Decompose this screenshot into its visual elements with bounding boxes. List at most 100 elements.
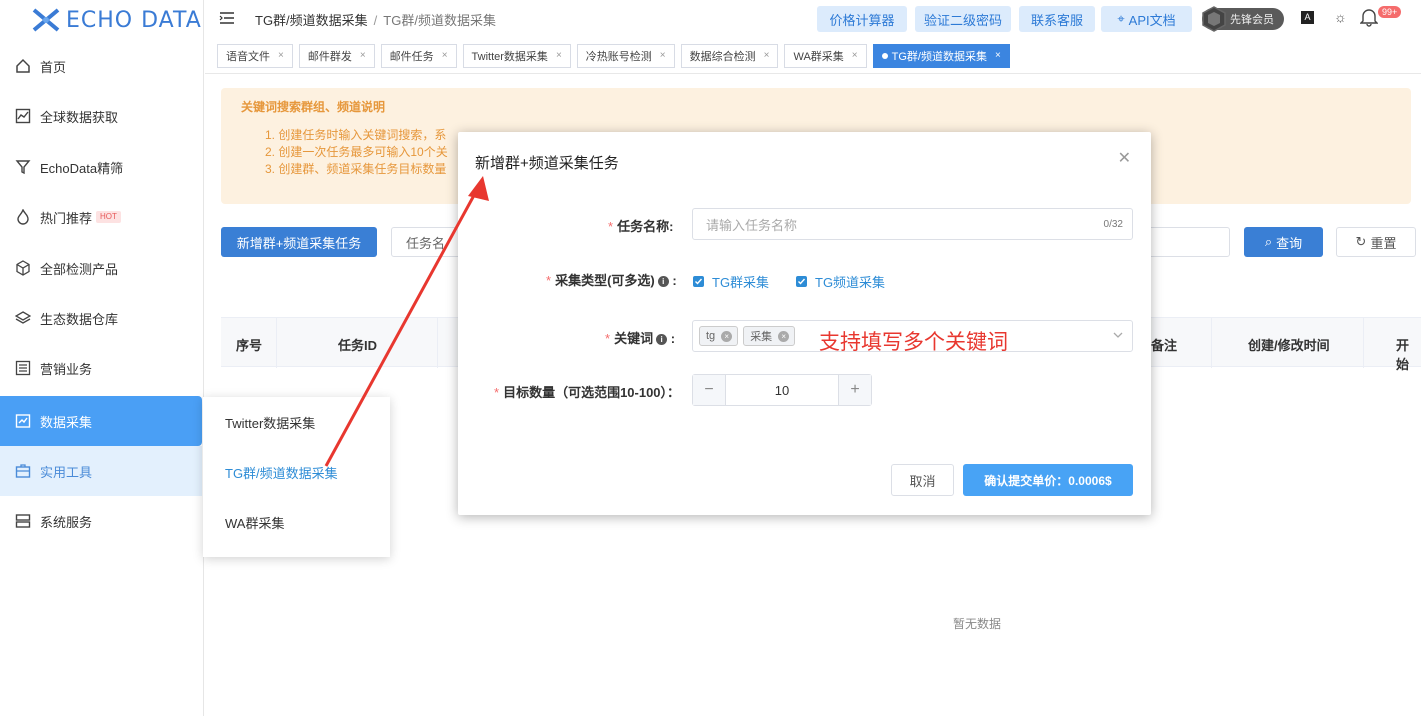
target-count-stepper[interactable]: − 10 +	[692, 374, 872, 406]
logo-icon	[32, 8, 60, 32]
remove-tag-icon[interactable]: ×	[721, 330, 733, 342]
close-icon[interactable]: ×	[852, 50, 858, 61]
menu-fold-icon[interactable]	[219, 11, 235, 28]
sidebar-item-echodata-filter[interactable]: EchoData精筛	[0, 142, 202, 192]
add-task-button[interactable]: 新增群+频道采集任务	[221, 227, 377, 257]
active-dot	[881, 52, 888, 59]
create-task-dialog: 新增群+频道采集任务 ✕ * 任务名称: 请输入任务名称 0/32 * 采集类型(可…	[458, 132, 1151, 515]
submenu-flyout: Twitter数据采集 TG群/频道数据采集 WA群采集	[203, 397, 390, 557]
task-name-input[interactable]: 请输入任务名称 0/32	[692, 208, 1133, 240]
verify-password-button[interactable]: 验证二级密码	[915, 6, 1011, 32]
sidebar: ECHO DATA 首页 全球数据获取 EchoData精筛 热门推荐 HOT …	[0, 0, 204, 716]
cancel-button[interactable]: 取消	[891, 464, 954, 496]
breadcrumb-current: TG群/频道数据采集	[383, 12, 496, 28]
checkbox-label: TG频道采集	[815, 275, 886, 290]
tab-label: TG群/频道数据采集	[891, 50, 987, 63]
decrement-button[interactable]: −	[693, 375, 725, 405]
shield-icon	[1202, 6, 1226, 32]
query-button[interactable]: ⌕ 查询	[1244, 227, 1323, 257]
sidebar-item-data-warehouse[interactable]: 生态数据仓库	[0, 293, 202, 343]
column-header: 备注	[1151, 338, 1178, 353]
tab-mail-send[interactable]: 邮件群发 ×	[298, 43, 375, 68]
tab-tg[interactable]: TG群/频道数据采集 ×	[872, 43, 1010, 68]
refresh-icon: ↻	[1355, 234, 1367, 249]
task-name-placeholder: 请输入任务名称	[706, 217, 798, 233]
tab-label: 语音文件	[226, 50, 270, 63]
sidebar-item-data-collection[interactable]: 数据采集	[0, 396, 202, 446]
sidebar-item-system[interactable]: 系统服务	[0, 496, 202, 546]
keyword-tag: tg ×	[699, 326, 739, 346]
increment-button[interactable]: +	[839, 375, 871, 405]
theme-sun-icon[interactable]: ☼	[1334, 9, 1347, 25]
info-icon: i	[656, 334, 668, 346]
close-icon[interactable]: ×	[556, 50, 562, 61]
fire-icon	[14, 208, 32, 226]
query-label: 查询	[1276, 235, 1303, 251]
tab-label: 邮件任务	[389, 50, 434, 63]
tab-mail-task[interactable]: 邮件任务 ×	[380, 43, 457, 68]
sidebar-item-home[interactable]: 首页	[0, 41, 202, 91]
translate-icon[interactable]: A	[1301, 11, 1314, 24]
sidebar-item-hot[interactable]: 热门推荐 HOT	[0, 192, 202, 242]
filter-icon	[14, 158, 32, 176]
list-icon	[14, 359, 32, 377]
tg-channel-checkbox[interactable]: TG频道采集	[796, 272, 885, 291]
close-icon[interactable]: ×	[660, 50, 666, 61]
breadcrumb-item[interactable]: TG群/频道数据采集	[255, 13, 368, 28]
logo-text: ECHO DATA	[66, 7, 202, 33]
column-header: 开始	[1396, 338, 1410, 372]
api-docs-button[interactable]: ⌖ API文档	[1101, 6, 1192, 32]
tab-account-check[interactable]: 冷热账号检测 ×	[576, 43, 675, 68]
tab-label: WA群采集	[793, 50, 844, 63]
sidebar-item-label: 热门推荐	[40, 210, 93, 226]
contact-support-button[interactable]: 联系客服	[1019, 6, 1095, 32]
sidebar-item-tools[interactable]: 实用工具	[0, 446, 202, 496]
notice-title: 关键词搜索群组、频道说明	[241, 100, 386, 114]
submenu-item-tg[interactable]: TG群/频道数据采集	[203, 447, 390, 497]
tab-wa[interactable]: WA群采集 ×	[784, 43, 867, 68]
tab-voice-files[interactable]: 语音文件 ×	[217, 43, 293, 68]
breadcrumb: TG群/频道数据采集 / TG群/频道数据采集	[255, 12, 496, 28]
cube-icon	[14, 259, 32, 277]
sidebar-item-label: 首页	[40, 59, 67, 75]
sidebar-item-label: 全球数据获取	[40, 109, 119, 125]
api-docs-label: API文档	[1128, 12, 1176, 28]
submenu-item-wa[interactable]: WA群采集	[203, 497, 390, 547]
reset-button[interactable]: ↻ 重置	[1336, 227, 1416, 257]
collect-icon	[14, 412, 32, 430]
empty-text: 暂无数据	[953, 617, 1002, 631]
sidebar-item-label: 实用工具	[40, 464, 93, 480]
close-icon[interactable]: ×	[278, 50, 284, 61]
tg-group-checkbox[interactable]: TG群采集	[693, 272, 769, 291]
sidebar-item-global-data[interactable]: 全球数据获取	[0, 91, 202, 141]
submit-button[interactable]: 确认提交单价：0.0006$	[963, 464, 1133, 496]
checkbox-label: TG群采集	[712, 275, 770, 290]
target-count-value[interactable]: 10	[725, 375, 839, 405]
notification-count: 99+	[1378, 6, 1402, 18]
close-icon[interactable]: ✕	[1118, 148, 1131, 168]
char-counter: 0/32	[1103, 218, 1123, 230]
tab-label: Twitter数据采集	[471, 50, 548, 63]
tab-twitter[interactable]: Twitter数据采集 ×	[462, 43, 571, 68]
sidebar-item-detection-products[interactable]: 全部检测产品	[0, 243, 202, 293]
close-icon[interactable]: ×	[360, 50, 366, 61]
submenu-item-twitter[interactable]: Twitter数据采集	[203, 397, 390, 447]
sidebar-item-label: EchoData精筛	[40, 160, 124, 176]
sidebar-item-marketing[interactable]: 营销业务	[0, 343, 202, 393]
price-calculator-button[interactable]: 价格计算器	[817, 6, 907, 32]
logo[interactable]: ECHO DATA	[0, 0, 203, 40]
chevron-down-icon	[1112, 329, 1124, 344]
column-header: 序号	[236, 338, 263, 353]
task-name-label: * 任务名称:	[608, 219, 674, 234]
bell-icon[interactable]	[1359, 7, 1379, 30]
vip-badge[interactable]: 先锋会员	[1202, 6, 1284, 32]
close-icon[interactable]: ×	[442, 50, 448, 61]
tab-data-check[interactable]: 数据综合检测 ×	[680, 43, 779, 68]
close-icon[interactable]: ×	[764, 50, 770, 61]
keyword-tag: 采集 ×	[743, 326, 796, 346]
sidebar-item-label: 生态数据仓库	[40, 311, 119, 327]
remove-tag-icon[interactable]: ×	[778, 330, 790, 342]
tab-label: 数据综合检测	[689, 50, 756, 63]
close-icon[interactable]: ×	[995, 50, 1001, 61]
reset-label: 重置	[1370, 235, 1397, 251]
